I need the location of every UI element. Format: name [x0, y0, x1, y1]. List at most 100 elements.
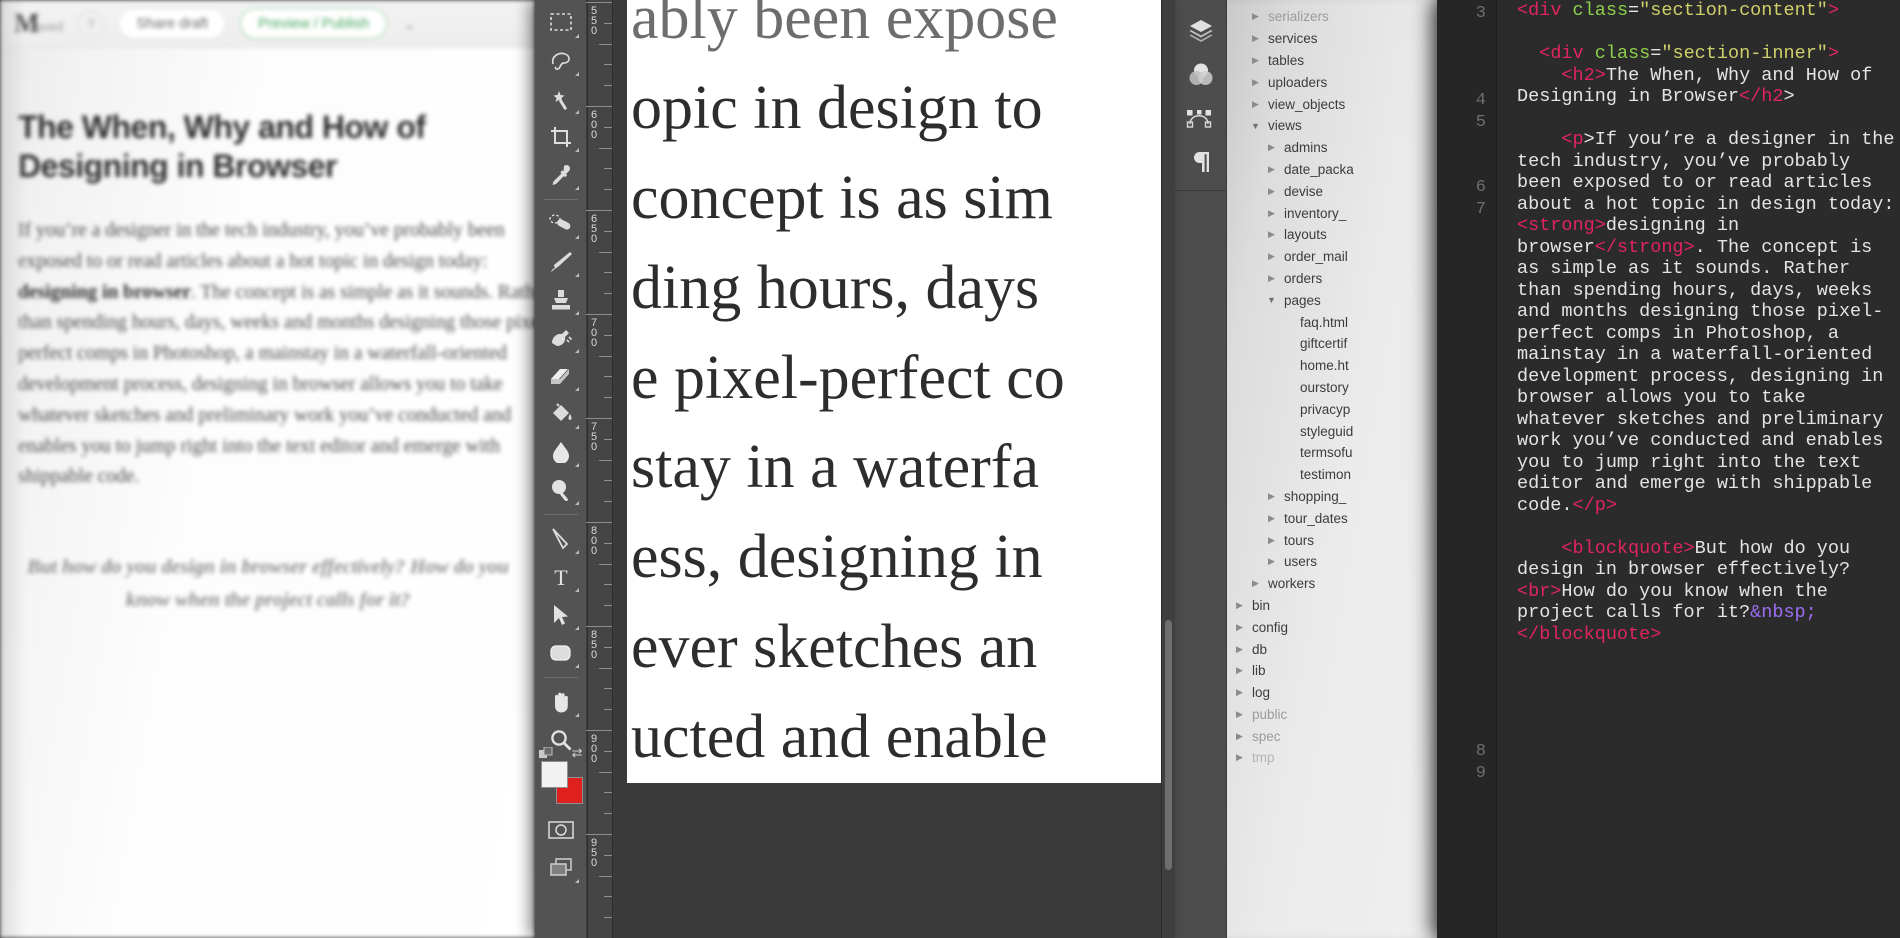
- crop-tool[interactable]: [539, 118, 583, 156]
- chevron-right-icon[interactable]: ▶: [1265, 273, 1278, 284]
- chevron-right-icon[interactable]: ▶: [1249, 55, 1262, 66]
- tree-folder-row[interactable]: ▶ tables: [1227, 50, 1437, 72]
- chevron-right-icon[interactable]: ▶: [1265, 535, 1278, 546]
- foreground-color-swatch[interactable]: [540, 761, 568, 788]
- hand-tool[interactable]: [539, 683, 583, 721]
- tree-folder-row[interactable]: ▶ lib: [1227, 660, 1437, 682]
- paths-icon[interactable]: [1179, 96, 1223, 140]
- lasso-tool[interactable]: [539, 42, 583, 80]
- marquee-tool[interactable]: [539, 4, 583, 42]
- healing-brush-tool[interactable]: [539, 205, 583, 243]
- vertical-ruler[interactable]: 5 5 0 6 0 0 6 5 0 7 0 0 7 5 0 8 0 0 8 5 0 9 0 0…: [586, 0, 613, 938]
- tree-folder-row[interactable]: ▶ layouts: [1227, 224, 1437, 246]
- tree-folder-row[interactable]: ▶ config: [1227, 616, 1437, 638]
- tree-folder-row[interactable]: ▶ inventory_: [1227, 202, 1437, 224]
- tree-folder-row[interactable]: ▶ public: [1227, 704, 1437, 726]
- chevron-right-icon[interactable]: ▶: [1233, 752, 1246, 763]
- tree-folder-row[interactable]: ▶ serializers: [1227, 6, 1437, 28]
- article-blockquote[interactable]: But how do you design in browser effecti…: [18, 551, 518, 616]
- tree-folder-row[interactable]: ▶ order_mail: [1227, 246, 1437, 268]
- tree-folder-row[interactable]: ▶ log: [1227, 682, 1437, 704]
- color-swatches[interactable]: ⇄: [538, 745, 583, 811]
- file-tree-panel[interactable]: ▶ serializers ▶ services ▶ tables ▶ uploaders ▶ v…: [1227, 0, 1437, 938]
- chevron-right-icon[interactable]: ▶: [1233, 644, 1246, 655]
- chevron-right-icon[interactable]: ▶: [1265, 229, 1278, 240]
- tree-folder-row[interactable]: ▶ spec: [1227, 725, 1437, 747]
- tree-folder-row[interactable]: ▶ workers: [1227, 573, 1437, 595]
- screen-mode-toggle[interactable]: [539, 849, 583, 887]
- tree-folder-row[interactable]: ▼ views: [1227, 115, 1437, 137]
- chevron-right-icon[interactable]: ▶: [1249, 99, 1262, 110]
- help-icon[interactable]: ?: [77, 10, 105, 37]
- chevron-right-icon[interactable]: ▶: [1265, 208, 1278, 219]
- dodge-tool[interactable]: [539, 471, 583, 509]
- blur-tool[interactable]: [539, 433, 583, 471]
- clone-stamp-tool[interactable]: [539, 281, 583, 319]
- tree-folder-row[interactable]: ▶ db: [1227, 638, 1437, 660]
- tree-file-row[interactable]: privacyp: [1227, 398, 1437, 420]
- chevron-down-icon[interactable]: ▼: [1249, 121, 1262, 131]
- share-draft-button[interactable]: Share draft: [118, 8, 227, 39]
- tree-folder-row[interactable]: ▶ orders: [1227, 268, 1437, 290]
- article-paragraph[interactable]: If you’re a designer in the tech industr…: [18, 216, 535, 493]
- chevron-right-icon[interactable]: ▶: [1233, 600, 1246, 611]
- preview-publish-button[interactable]: Preview / Publish: [240, 8, 388, 39]
- layers-icon[interactable]: [1179, 8, 1223, 52]
- type-tool[interactable]: T: [539, 558, 583, 596]
- quick-mask-toggle[interactable]: [539, 811, 583, 849]
- chevron-right-icon[interactable]: ▶: [1249, 33, 1262, 44]
- chevron-right-icon[interactable]: ▶: [1265, 142, 1278, 153]
- tree-folder-row[interactable]: ▶ users: [1227, 551, 1437, 573]
- canvas-scrollbar[interactable]: [1165, 620, 1172, 870]
- tree-folder-row[interactable]: ▶ services: [1227, 28, 1437, 50]
- rounded-rectangle-tool[interactable]: [539, 634, 583, 672]
- chevron-right-icon[interactable]: ▶: [1265, 186, 1278, 197]
- tree-folder-row[interactable]: ▶ tours: [1227, 529, 1437, 551]
- chevron-down-icon[interactable]: ▼: [1265, 295, 1278, 305]
- chevron-right-icon[interactable]: ▶: [1265, 491, 1278, 502]
- tree-folder-row[interactable]: ▶ uploaders: [1227, 71, 1437, 93]
- chevron-right-icon[interactable]: ▶: [1249, 77, 1262, 88]
- tree-folder-row[interactable]: ▶ bin: [1227, 595, 1437, 617]
- chevron-right-icon[interactable]: ▶: [1249, 11, 1262, 22]
- tree-folder-row[interactable]: ▶ shopping_: [1227, 486, 1437, 508]
- brush-tool[interactable]: [539, 243, 583, 281]
- tree-file-row[interactable]: styleguid: [1227, 420, 1437, 442]
- chevron-right-icon[interactable]: ▶: [1265, 513, 1278, 524]
- photoshop-canvas[interactable]: ably been expose opic in design to concept…: [613, 0, 1175, 938]
- tree-folder-row[interactable]: ▶ tmp: [1227, 747, 1437, 769]
- tree-file-row[interactable]: ourstory: [1227, 377, 1437, 399]
- tree-file-row[interactable]: termsofu: [1227, 442, 1437, 464]
- magic-wand-tool[interactable]: [539, 80, 583, 118]
- chevron-right-icon[interactable]: ▶: [1265, 164, 1278, 175]
- tree-folder-row[interactable]: ▶ devise: [1227, 180, 1437, 202]
- tree-folder-row[interactable]: ▶ admins: [1227, 137, 1437, 159]
- article-title[interactable]: The When, Why and How of Designing in Br…: [18, 108, 535, 186]
- tree-folder-row[interactable]: ▶ date_packa: [1227, 159, 1437, 181]
- chevron-right-icon[interactable]: ▶: [1265, 556, 1278, 567]
- chevron-right-icon[interactable]: ▶: [1233, 709, 1246, 720]
- adjustments-icon[interactable]: [1179, 52, 1223, 96]
- chevron-right-icon[interactable]: ▶: [1233, 731, 1246, 742]
- chevron-right-icon[interactable]: ▶: [1265, 251, 1278, 262]
- paragraph-icon[interactable]: [1179, 140, 1223, 184]
- tree-file-row[interactable]: giftcertif: [1227, 333, 1437, 355]
- swap-colors-icon[interactable]: ⇄: [572, 745, 583, 761]
- chevron-down-icon[interactable]: ⌄: [403, 15, 416, 33]
- eraser-tool[interactable]: [539, 357, 583, 395]
- eyedropper-tool[interactable]: [539, 156, 583, 194]
- tree-folder-row[interactable]: ▶ view_objects: [1227, 93, 1437, 115]
- paint-bucket-tool[interactable]: [539, 395, 583, 433]
- chevron-right-icon[interactable]: ▶: [1233, 665, 1246, 676]
- artboard-text[interactable]: ably been expose opic in design to concept…: [627, 0, 1175, 784]
- history-brush-tool[interactable]: [539, 319, 583, 357]
- tree-file-row[interactable]: testimon: [1227, 464, 1437, 486]
- tree-file-row[interactable]: faq.html: [1227, 311, 1437, 333]
- tree-folder-row[interactable]: ▼ pages: [1227, 289, 1437, 311]
- chevron-right-icon[interactable]: ▶: [1233, 622, 1246, 633]
- chevron-right-icon[interactable]: ▶: [1233, 687, 1246, 698]
- tree-folder-row[interactable]: ▶ tour_dates: [1227, 507, 1437, 529]
- code-content[interactable]: <div class="section-content"> <div class…: [1497, 0, 1900, 938]
- path-selection-tool[interactable]: [539, 596, 583, 634]
- pen-tool[interactable]: [539, 520, 583, 558]
